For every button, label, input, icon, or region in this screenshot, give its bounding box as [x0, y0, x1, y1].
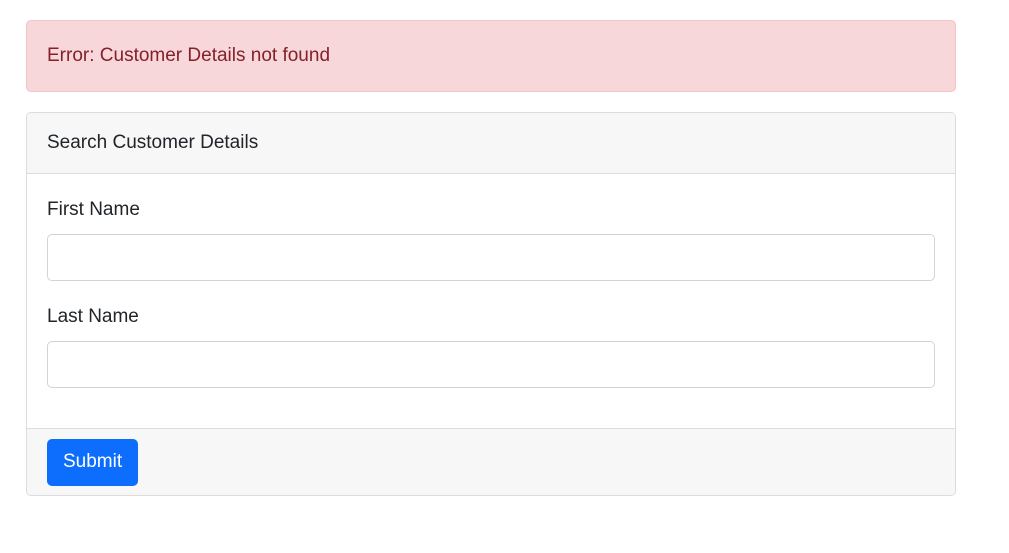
first-name-group: First Name	[47, 198, 935, 281]
first-name-input[interactable]	[47, 234, 935, 281]
last-name-group: Last Name	[47, 305, 935, 388]
last-name-label: Last Name	[47, 306, 139, 327]
card-body: First Name Last Name	[27, 174, 955, 428]
error-alert: Error: Customer Details not found	[26, 20, 956, 92]
first-name-label: First Name	[47, 199, 140, 220]
card-header: Search Customer Details	[27, 113, 955, 174]
card-footer: Submit	[27, 428, 955, 495]
submit-button[interactable]: Submit	[47, 438, 139, 486]
last-name-input[interactable]	[47, 341, 935, 388]
page-container: Error: Customer Details not found Search…	[26, 20, 956, 496]
error-alert-message: Error: Customer Details not found	[47, 45, 331, 66]
card-title: Search Customer Details	[47, 132, 259, 153]
search-customer-card: Search Customer Details First Name Last …	[26, 112, 956, 496]
